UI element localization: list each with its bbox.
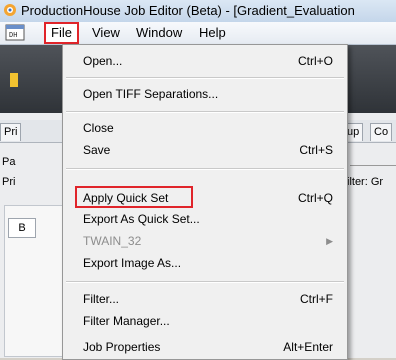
menu-help[interactable]: Help [195,24,230,42]
menu-separator [66,77,344,79]
menu-item-label: Open... [83,54,123,68]
tab-co[interactable]: Co [370,123,393,141]
menu-separator [66,111,344,113]
menu-item-export-image[interactable]: Export Image As... [63,252,347,274]
file-menu-dropdown: Open... Ctrl+O Open TIFF Separations... … [62,44,348,360]
bg-label-pa: Pa [2,156,16,168]
toolbar-logo-icon [10,73,18,87]
menu-item-label: Open TIFF Separations... [83,87,219,101]
menu-separator [66,168,344,170]
menu-item-label: Export Image As... [83,256,182,270]
app-icon [4,4,16,16]
menu-item-shortcut: Ctrl+S [299,143,333,157]
menu-item-close[interactable]: Close [63,117,347,139]
menu-item-twain: TWAIN_32 ▶ [63,230,347,252]
highlight-annotation [75,186,193,208]
bg-label-pri: Pri [2,176,16,188]
menu-separator [66,281,344,283]
menu-bar: DH File View Window Help [0,22,396,45]
submenu-arrow-icon: ▶ [326,236,333,246]
menu-item-label: Filter... [83,292,120,306]
system-menu-icon[interactable]: DH [5,24,25,41]
menu-item-open-tiff[interactable]: Open TIFF Separations... [63,83,347,105]
menu-item-label: Filter Manager... [83,314,170,328]
title-bar: ProductionHouse Job Editor (Beta) - [Gra… [0,0,396,23]
menu-item-shortcut: Ctrl+O [297,54,333,68]
menu-item-open[interactable]: Open... Ctrl+O [63,50,347,72]
menu-item-shortcut: Ctrl+Q [297,191,333,205]
menu-item-job-properties[interactable]: Job Properties Alt+Enter [63,336,347,358]
menu-item-label: Export As Quick Set... [83,212,200,226]
menu-item-filter-manager[interactable]: Filter Manager... [63,310,347,332]
menu-window[interactable]: Window [132,24,186,42]
menu-item-filter[interactable]: Filter... Ctrl+F [63,288,347,310]
tab-print[interactable]: Pri [0,123,22,141]
menu-item-shortcut: Alt+Enter [283,340,333,354]
menu-file[interactable]: File [44,22,79,44]
window-title: ProductionHouse Job Editor (Beta) - [Gra… [21,3,355,18]
menu-item-export-quick-set[interactable]: Export As Quick Set... [63,208,347,230]
menu-item-label: Save [83,143,111,157]
menu-item-shortcut: Ctrl+F [300,292,333,306]
menu-item-label: Job Properties [83,340,161,354]
menu-item-label: Close [83,121,114,135]
menu-view[interactable]: View [88,24,124,42]
menu-item-save[interactable]: Save Ctrl+S [63,139,347,161]
menu-item-label: TWAIN_32 [83,234,142,248]
bg-label-filter: ilter: Gr [347,176,384,188]
ruler [350,153,396,166]
svg-text:DH: DH [9,31,17,39]
inner-tab-b[interactable]: B [8,218,36,238]
